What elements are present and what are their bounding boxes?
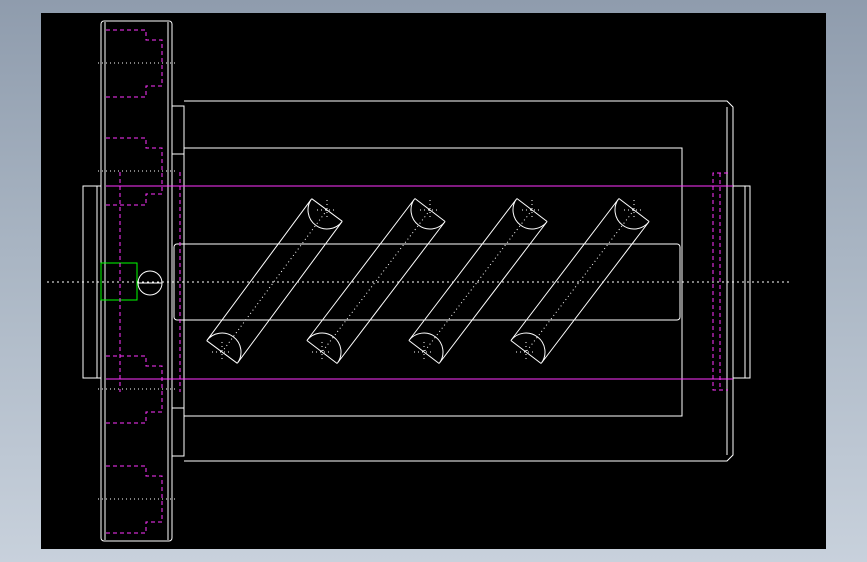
drawing-viewport[interactable]: .w { stroke: #ffffff; fill: none; stroke…: [41, 13, 826, 549]
cad-drawing[interactable]: .w { stroke: #ffffff; fill: none; stroke…: [41, 13, 826, 549]
helix-tube-axis: [321, 209, 431, 353]
tube-end-line: [306, 340, 338, 364]
helix-tube-axis: [423, 209, 533, 353]
tube-end-line: [510, 340, 542, 364]
nut-body: [173, 100, 734, 462]
helix-tube-axis: [525, 209, 635, 353]
tube-end-line: [414, 198, 446, 222]
tube-end-line: [206, 340, 238, 364]
tube-end-line: [516, 198, 548, 222]
helix-tube: [510, 198, 650, 364]
helix-tube-axis: [221, 209, 328, 353]
right-recess: [712, 172, 728, 391]
tube-end-line: [408, 340, 440, 364]
tube-end-line: [618, 198, 650, 222]
helix-tube: [306, 198, 446, 364]
tube-end-line: [311, 198, 343, 222]
helix-tube: [408, 198, 548, 364]
helix-tubes: [206, 198, 650, 364]
